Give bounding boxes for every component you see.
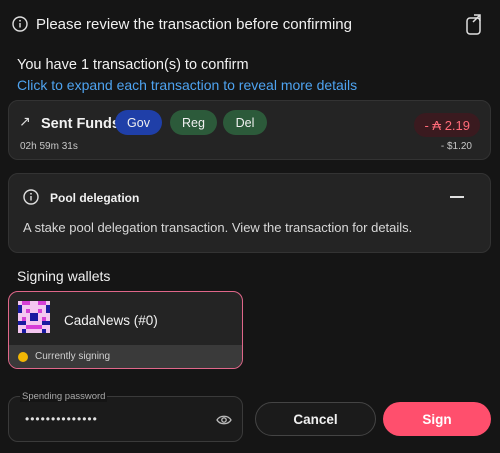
badge-reg: Reg <box>170 110 217 135</box>
review-header: Please review the transaction before con… <box>0 0 500 48</box>
transaction-fiat-amount: - $1.20 <box>440 141 472 152</box>
transaction-card[interactable]: ↗ Sent Funds 02h 59m 31s Gov Reg Del - ₳… <box>8 100 491 160</box>
signing-wallet-card[interactable]: CadaNews (#0) Currently signing <box>8 291 243 369</box>
spending-password-field[interactable]: Spending password •••••••••••••• <box>8 391 243 442</box>
transaction-amount: - ₳ 2.19 <box>414 113 480 137</box>
transaction-title: Sent Funds <box>41 116 120 132</box>
transaction-timer: 02h 59m 31s <box>20 141 78 152</box>
page-title: Please review the transaction before con… <box>36 15 352 33</box>
signing-wallets-label: Signing wallets <box>17 268 111 284</box>
wallet-status-text: Currently signing <box>35 351 111 362</box>
eye-icon[interactable] <box>216 413 232 427</box>
wallet-avatar <box>18 301 50 333</box>
info-circle-icon <box>12 16 28 32</box>
info-circle-icon <box>23 189 39 205</box>
spending-password-label: Spending password <box>20 391 108 402</box>
status-dot-icon <box>18 351 28 362</box>
minus-icon[interactable] <box>450 196 464 198</box>
popout-icon[interactable] <box>464 14 484 36</box>
pool-delegation-title: Pool delegation <box>50 191 140 205</box>
sign-button[interactable]: Sign <box>383 402 491 436</box>
arrow-up-right-icon: ↗ <box>19 113 31 129</box>
badge-gov: Gov <box>115 110 162 135</box>
spending-password-input[interactable]: •••••••••••••• <box>25 412 98 426</box>
wallet-status-bar: Currently signing <box>9 345 242 368</box>
cancel-button[interactable]: Cancel <box>255 402 376 436</box>
transaction-count-text: You have 1 transaction(s) to confirm <box>17 57 249 73</box>
pool-delegation-card[interactable]: Pool delegation A stake pool delegation … <box>8 173 491 253</box>
expand-hint-link[interactable]: Click to expand each transaction to reve… <box>17 77 357 93</box>
wallet-name: CadaNews (#0) <box>64 313 158 328</box>
pool-delegation-description: A stake pool delegation transaction. Vie… <box>23 220 413 235</box>
badge-del: Del <box>223 110 267 135</box>
